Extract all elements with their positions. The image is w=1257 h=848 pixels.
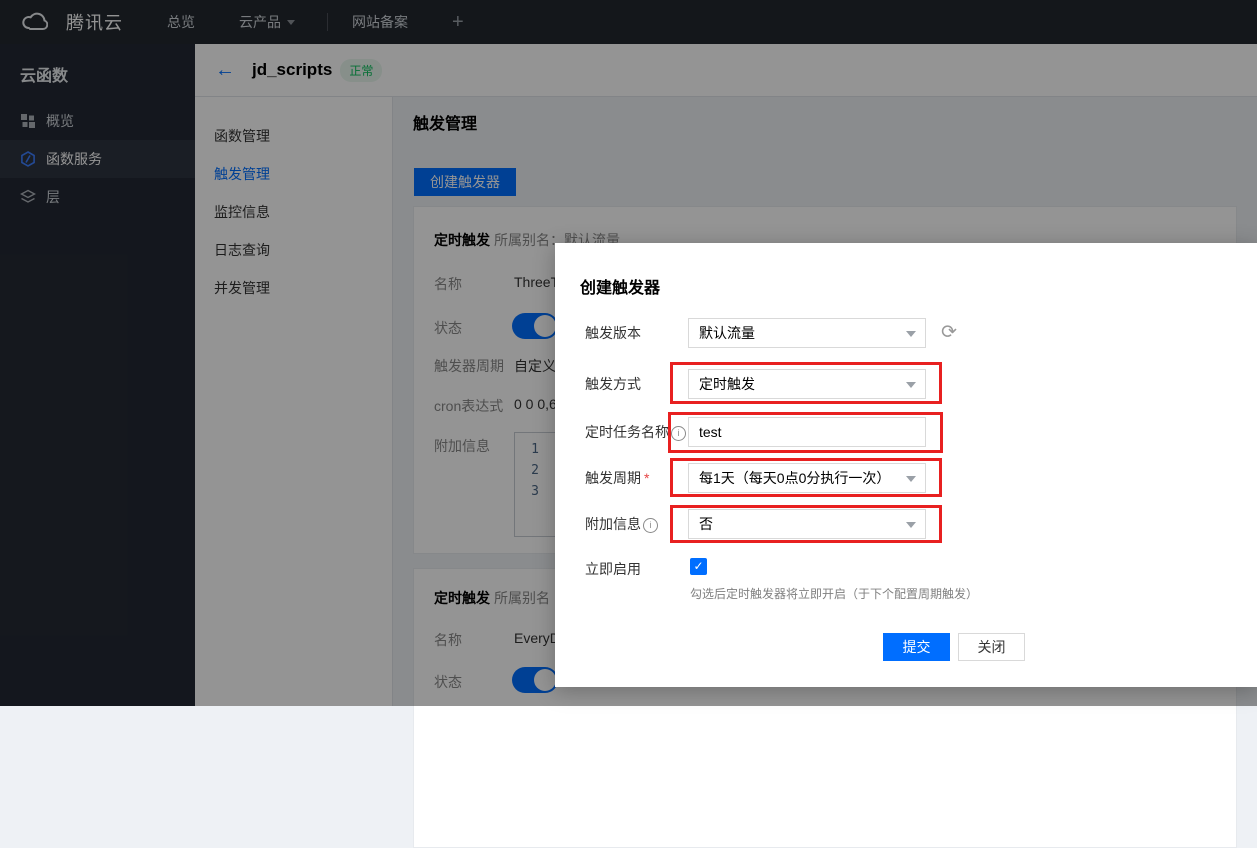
close-button[interactable]: 关闭 (958, 633, 1025, 661)
info-icon[interactable]: i (643, 518, 658, 533)
task-name-input[interactable] (688, 417, 926, 447)
required-asterisk: * (644, 470, 649, 486)
trigger-type-select[interactable]: 定时触发 (688, 369, 926, 399)
enable-checkbox[interactable]: ✓ (690, 558, 707, 575)
chevron-down-icon (906, 331, 916, 337)
info-icon[interactable]: i (671, 426, 686, 441)
modal-title: 创建触发器 (580, 274, 660, 298)
trigger-period-select[interactable]: 每1天（每天0点0分执行一次） (688, 463, 926, 493)
extra-info-select[interactable]: 否 (688, 509, 926, 539)
chevron-down-icon (906, 476, 916, 482)
chevron-down-icon (906, 382, 916, 388)
enable-note: 勾选后定时触发器将立即开启（于下个配置周期触发） (690, 585, 978, 602)
field-label: 立即启用 (585, 559, 641, 579)
create-trigger-modal: 创建触发器 触发版本 默认流量 ⟳ 触发方式 定时触发 定时任务名称i* 触发周… (555, 243, 1257, 687)
submit-button[interactable]: 提交 (883, 633, 950, 661)
chevron-down-icon (906, 522, 916, 528)
refresh-icon[interactable]: ⟳ (937, 321, 961, 345)
trigger-version-select[interactable]: 默认流量 (688, 318, 926, 348)
